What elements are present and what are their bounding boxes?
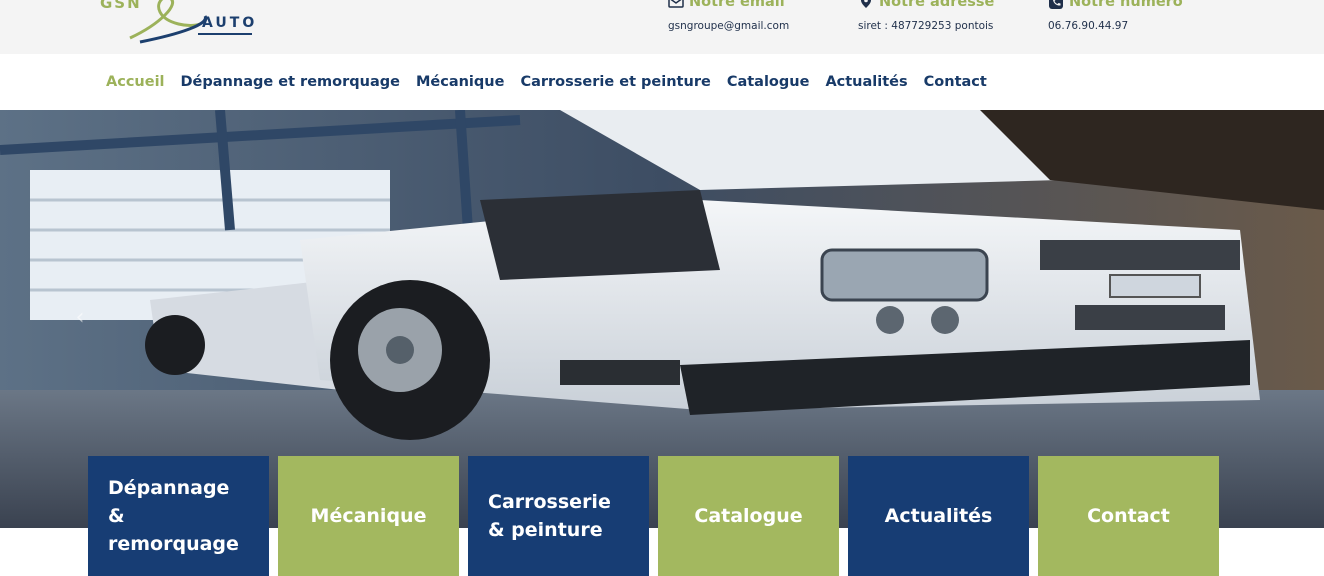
tile-mecanique-label: Mécanique: [310, 505, 427, 527]
tile-contact-label: Contact: [1087, 505, 1170, 527]
tile-depannage-line2: &: [108, 505, 125, 527]
contact-address-value: siret : 487729253 pontois: [858, 20, 994, 32]
contact-address: Notre adresse siret : 487729253 pontois: [858, 0, 994, 32]
tile-catalogue[interactable]: Catalogue: [658, 456, 839, 576]
tile-depannage[interactable]: Dépannage & remorquage: [88, 456, 269, 576]
contact-phone-value[interactable]: 06.76.90.44.97: [1048, 20, 1183, 32]
nav-item-mecanique[interactable]: Mécanique: [416, 74, 504, 90]
nav-item-catalogue[interactable]: Catalogue: [727, 74, 810, 90]
map-pin-icon: [861, 0, 871, 8]
contact-phone-title: Notre numéro: [1069, 0, 1183, 10]
slider-prev-arrow-icon[interactable]: ‹: [70, 306, 90, 330]
nav-menu: Accueil Dépannage et remorquage Mécaniqu…: [106, 74, 987, 90]
top-bar: GSN AUTO Notre email gsngroupe@gmail.com…: [0, 0, 1324, 54]
logo-text-left: GSN: [100, 0, 142, 12]
tile-contact[interactable]: Contact: [1038, 456, 1219, 576]
tile-catalogue-label: Catalogue: [694, 505, 803, 527]
nav-item-contact[interactable]: Contact: [924, 74, 987, 90]
contact-email-title: Notre email: [689, 0, 785, 10]
nav-item-carrosserie[interactable]: Carrosserie et peinture: [520, 74, 710, 90]
tile-mecanique[interactable]: Mécanique: [278, 456, 459, 576]
contact-address-title: Notre adresse: [879, 0, 995, 10]
contact-email-value[interactable]: gsngroupe@gmail.com: [668, 20, 789, 32]
nav-item-accueil[interactable]: Accueil: [106, 74, 165, 90]
phone-icon: [1049, 0, 1063, 9]
logo-text-right: AUTO: [202, 15, 258, 31]
tile-depannage-line1: Dépannage: [108, 477, 230, 499]
service-tiles: Dépannage & remorquage Mécanique Carross…: [88, 456, 1219, 576]
contact-phone: Notre numéro 06.76.90.44.97: [1048, 0, 1183, 32]
tile-actualites[interactable]: Actualités: [848, 456, 1029, 576]
envelope-icon: [668, 0, 684, 8]
nav-item-actualites[interactable]: Actualités: [825, 74, 907, 90]
tile-carrosserie-line2: & peinture: [488, 519, 603, 541]
nav-item-depannage[interactable]: Dépannage et remorquage: [181, 74, 400, 90]
brand-logo[interactable]: GSN AUTO: [100, 0, 260, 46]
tile-depannage-line3: remorquage: [108, 533, 239, 555]
tile-carrosserie-line1: Carrosserie: [488, 491, 611, 513]
tile-actualites-label: Actualités: [884, 505, 993, 527]
tile-carrosserie[interactable]: Carrosserie & peinture: [468, 456, 649, 576]
main-nav: Accueil Dépannage et remorquage Mécaniqu…: [0, 54, 1324, 110]
contact-email: Notre email gsngroupe@gmail.com: [668, 0, 789, 32]
